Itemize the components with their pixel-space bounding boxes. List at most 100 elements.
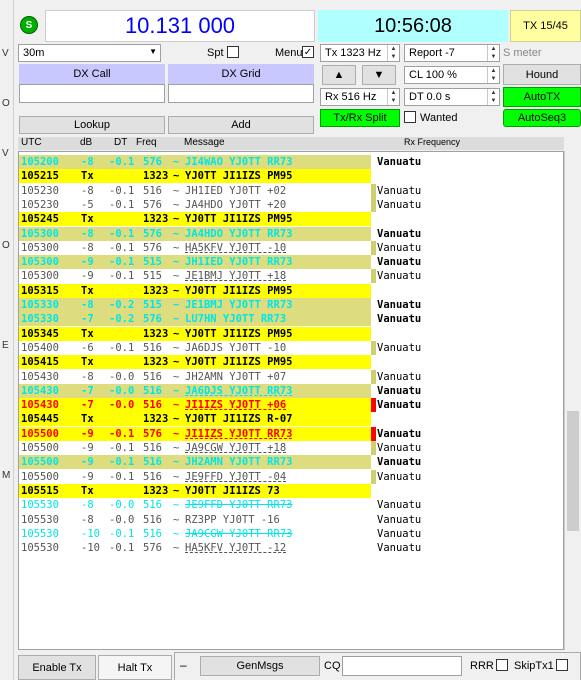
- check-icon: ✓: [303, 46, 313, 58]
- spin-arrows[interactable]: ▲ ▼: [487, 89, 499, 105]
- row-db: -8: [81, 513, 94, 526]
- decode-row[interactable]: 105200 -8 -0.1 576 ~ JI4WAO YJ0TT RR73 Vanuatu: [19, 155, 563, 169]
- row-utc: 105500: [21, 442, 59, 454]
- decode-list[interactable]: 105200 -8 -0.1 576 ~ JI4WAO YJ0TT RR73 Vanuatu…: [18, 151, 564, 650]
- row-db: -5: [81, 198, 94, 211]
- header-utc: UTC: [21, 137, 42, 148]
- decode-row[interactable]: 105230 -5 -0.1 576 ~ JA4HDO YJ0TT +20 Vanuatu: [19, 197, 563, 212]
- vertical-scrollbar[interactable]: [564, 151, 581, 650]
- row-db: Tx: [81, 170, 94, 183]
- tx-freq-spinbox[interactable]: Tx 1323 Hz ▲ ▼: [320, 44, 400, 62]
- row-db: Tx: [81, 413, 94, 426]
- autoseq-button[interactable]: AutoSeq3: [503, 109, 581, 127]
- cl-spinbox[interactable]: CL 100 % ▲ ▼: [404, 66, 500, 84]
- decode-row[interactable]: 105315 Tx 1323 ~ YJ0TT JI1IZS PM95: [19, 283, 563, 298]
- decode-row[interactable]: 105500 -9 -0.1 516 ~ JE9FFD YJ0TT -04 Vanuatu: [19, 469, 563, 484]
- row-message: YJ0TT JI1IZS R-07: [185, 413, 293, 426]
- genmsgs-button[interactable]: GenMsgs: [200, 656, 320, 676]
- header-db: dB: [80, 137, 93, 148]
- decode-row[interactable]: 105530 -8 -0.0 516 ~ JE9FFD YJ0TT RR73 Vanuatu: [19, 498, 563, 512]
- rrr-checkbox[interactable]: [496, 659, 508, 671]
- decode-row[interactable]: 105300 -9 -0.1 515 ~ JH1IED YJ0TT RR73 Vanuatu: [19, 255, 563, 270]
- decode-row[interactable]: 105530 -10 -0.1 576 ~ HA5KFV YJ0TT -12 Vanuatu: [19, 541, 563, 555]
- spt-checkbox[interactable]: [227, 46, 239, 58]
- band-select[interactable]: 30m ▼: [18, 44, 161, 62]
- decode-row[interactable]: 105400 -6 -0.1 516 ~ JA6DJS YJ0TT -10 Vanuatu: [19, 340, 563, 355]
- txrx-split-button[interactable]: Tx/Rx Split: [320, 109, 400, 127]
- autotx-button[interactable]: AutoTX: [503, 87, 581, 107]
- row-message: YJ0TT JI1IZS PM95: [185, 356, 293, 369]
- tx-freq-value: Tx 1323 Hz: [325, 47, 382, 59]
- decode-row[interactable]: 105515 Tx 1323 ~ YJ0TT JI1IZS 73: [19, 483, 563, 498]
- row-country: Vanuatu: [377, 256, 422, 269]
- spin-arrows[interactable]: ▲ ▼: [487, 45, 499, 61]
- decode-row[interactable]: 105330 -7 -0.2 576 ~ LU7HN YJ0TT RR73 Vanuatu: [19, 312, 563, 327]
- decode-row[interactable]: 105330 -8 -0.2 515 ~ JE1BMJ YJ0TT RR73 Vanuatu: [19, 298, 563, 312]
- dx-grid-input[interactable]: [168, 84, 314, 103]
- row-separator: ~: [173, 341, 180, 354]
- row-utc: 105200: [21, 156, 59, 168]
- spin-arrows[interactable]: ▲ ▼: [387, 89, 399, 105]
- skiptx1-checkbox[interactable]: [556, 659, 568, 671]
- row-utc: 105530: [21, 527, 59, 540]
- row-message: HA5KFV YJ0TT -12: [185, 542, 287, 555]
- decode-row[interactable]: 105300 -8 -0.1 576 ~ HA5KFV YJ0TT -10 Vanuatu: [19, 240, 563, 255]
- band-value: 30m: [23, 47, 45, 59]
- row-utc: 105430: [21, 370, 59, 383]
- decode-row[interactable]: 105445 Tx 1323 ~ YJ0TT JI1IZS R-07: [19, 412, 563, 427]
- decode-row[interactable]: 105415 Tx 1323 ~ YJ0TT JI1IZS PM95: [19, 355, 563, 370]
- up-arrow-button[interactable]: ▲: [322, 65, 356, 85]
- decode-row[interactable]: 105500 -9 -0.1 516 ~ JA9CGW YJ0TT +18 Vanuatu: [19, 441, 563, 455]
- row-freq: 1323: [143, 327, 169, 340]
- decode-row[interactable]: 105430 -7 -0.0 516 ~ JA6DJS YJ0TT RR73 Vanuatu: [19, 383, 563, 398]
- decode-row[interactable]: 105500 -9 -0.1 516 ~ JH2AMN YJ0TT RR73 Vanuatu: [19, 455, 563, 470]
- row-country: Vanuatu: [377, 542, 422, 555]
- lookup-button[interactable]: Lookup: [19, 116, 165, 134]
- dx-call-input[interactable]: [19, 84, 165, 103]
- decode-row[interactable]: 105230 -8 -0.1 516 ~ JH1IED YJ0TT +02 Vanuatu: [19, 183, 563, 198]
- menu-checkbox[interactable]: ✓: [302, 46, 314, 58]
- row-marker: [371, 240, 376, 255]
- rrr-label: RRR: [470, 660, 494, 672]
- halt-tx-button[interactable]: Halt Tx: [98, 655, 172, 680]
- hound-button[interactable]: Hound: [503, 64, 581, 85]
- row-db: -9: [81, 470, 94, 483]
- row-dt: -0.0: [109, 499, 135, 512]
- wanted-checkbox[interactable]: [404, 111, 416, 123]
- scroll-thumb[interactable]: [567, 411, 579, 531]
- row-utc: 105300: [21, 270, 59, 283]
- row-country: Vanuatu: [377, 198, 422, 211]
- row-dt: -0.1: [109, 341, 135, 354]
- row-dt: -0.1: [109, 527, 135, 540]
- decode-row[interactable]: 105245 Tx 1323 ~ YJ0TT JI1IZS PM95: [19, 212, 563, 227]
- row-db: -10: [81, 542, 100, 555]
- decode-row[interactable]: 105430 -8 -0.0 516 ~ JH2AMN YJ0TT +07 Vanuatu: [19, 369, 563, 384]
- row-dt: -0.2: [109, 313, 135, 326]
- row-message: RZ3PP YJ0TT -16: [185, 513, 280, 526]
- decode-row[interactable]: 105300 -9 -0.1 515 ~ JE1BMJ YJ0TT +18 Vanuatu: [19, 269, 563, 284]
- row-freq: 576: [143, 198, 162, 211]
- spin-arrows[interactable]: ▲ ▼: [487, 67, 499, 83]
- decode-row[interactable]: 105530 -10 -0.1 516 ~ JA9CGW YJ0TT RR73 Vanuat…: [19, 527, 563, 541]
- decode-row[interactable]: 105300 -8 -0.1 576 ~ JA4HDO YJ0TT RR73 Vanuatu: [19, 226, 563, 241]
- row-country: Vanuatu: [377, 227, 422, 240]
- spin-arrows[interactable]: ▲ ▼: [387, 45, 399, 61]
- report-spinbox[interactable]: Report -7 ▲ ▼: [404, 44, 500, 62]
- add-button[interactable]: Add: [168, 116, 314, 134]
- decode-row[interactable]: 105215 Tx 1323 ~ YJ0TT JI1IZS PM95: [19, 169, 563, 184]
- dx-call-label: DX Call: [73, 68, 111, 80]
- row-dt: -0.1: [109, 256, 135, 269]
- down-arrow-icon: ▼: [373, 69, 385, 81]
- down-arrow-button[interactable]: ▼: [362, 65, 396, 85]
- decode-row[interactable]: 105430 -7 -0.0 516 ~ JI1IZS YJ0TT +06 Vanuatu: [19, 398, 563, 413]
- cq-input[interactable]: [342, 656, 462, 676]
- halt-tx-label: Halt Tx: [117, 661, 153, 674]
- enable-tx-button[interactable]: Enable Tx: [18, 655, 96, 680]
- rx-freq-spinbox[interactable]: Rx 516 Hz ▲ ▼: [320, 88, 400, 106]
- decode-row[interactable]: 105530 -8 -0.0 516 ~ RZ3PP YJ0TT -16 Vanuatu: [19, 513, 563, 527]
- dt-spinbox[interactable]: DT 0.0 s ▲ ▼: [404, 88, 500, 106]
- row-country: Vanuatu: [377, 499, 422, 512]
- row-utc: 105530: [21, 499, 59, 512]
- decode-row[interactable]: 105500 -9 -0.1 576 ~ JI1IZS YJ0TT RR73 Vanuatu: [19, 426, 563, 441]
- decode-row[interactable]: 105345 Tx 1323 ~ YJ0TT JI1IZS PM95: [19, 326, 563, 341]
